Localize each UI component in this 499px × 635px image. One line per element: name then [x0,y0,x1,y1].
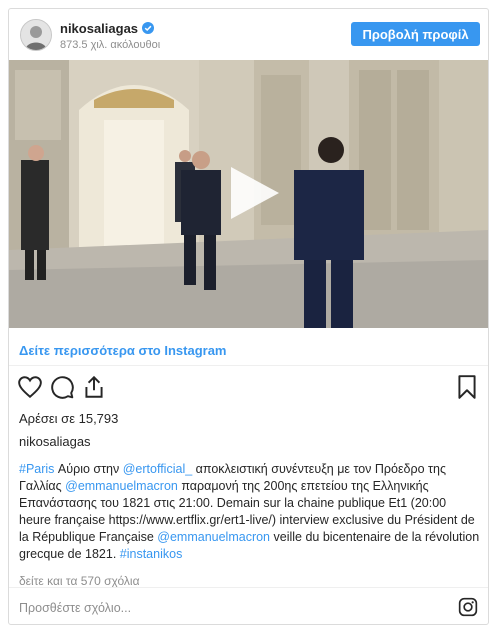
heart-icon[interactable] [17,374,43,400]
view-more-on-instagram-link[interactable]: Δείτε περισσότερα στο Instagram [19,343,227,358]
username[interactable]: nikosaliagas [60,21,155,36]
video-player[interactable] [9,60,488,328]
action-bar [9,374,488,408]
bookmark-icon[interactable] [454,374,480,400]
divider [9,587,488,588]
instagram-logo-icon[interactable] [458,597,478,617]
instagram-embed-card: nikosaliagas 873.5 χιλ. ακόλουθοι Προβολ… [8,8,489,625]
divider [9,365,488,366]
post-header: nikosaliagas 873.5 χιλ. ακόλουθοι Προβολ… [9,9,488,59]
mention-link[interactable]: @ertofficial_ [123,462,192,476]
followers-count: 873.5 χιλ. ακόλουθοι [60,39,161,51]
post-owner-name[interactable]: nikosaliagas [19,434,91,449]
comment-icon[interactable] [49,374,75,400]
add-comment-input[interactable]: Προσθέστε σχόλιο... [19,601,131,615]
play-icon[interactable] [223,163,283,223]
mention-link[interactable]: @emmanuelmacron [65,479,178,493]
mention-link[interactable]: @emmanuelmacron [157,530,270,544]
likes-count[interactable]: Αρέσει σε 15,793 [19,411,118,426]
share-icon[interactable] [81,374,107,400]
avatar[interactable] [20,19,52,51]
hashtag-link[interactable]: #Paris [19,462,54,476]
view-all-comments-link[interactable]: δείτε και τα 570 σχόλια [19,574,140,588]
verified-badge-icon [142,22,155,34]
hashtag-link[interactable]: #instanikos [120,547,183,561]
view-profile-button[interactable]: Προβολή προφίλ [351,22,480,46]
post-caption: #Paris Αύριο στην @ertofficial_ αποκλεισ… [19,462,480,561]
